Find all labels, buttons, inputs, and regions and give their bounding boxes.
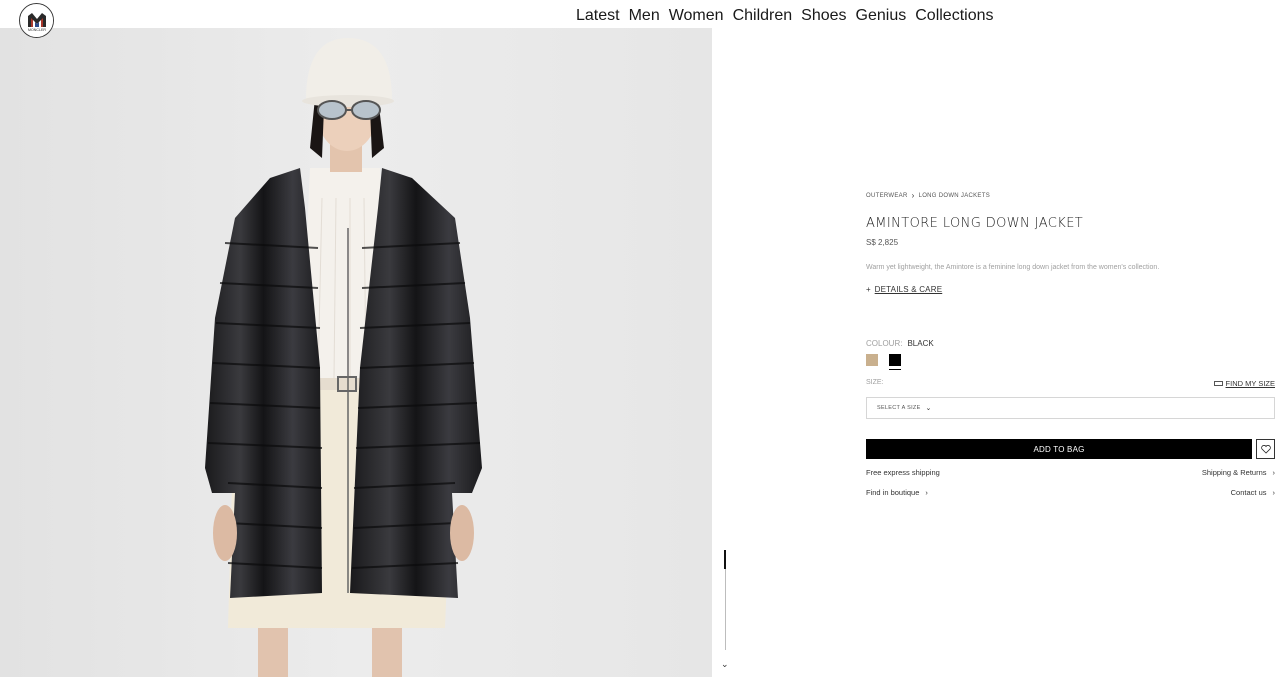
nav-collections[interactable]: Collections [915,7,993,25]
logo-emblem-icon: MONCLER [20,4,53,37]
shipping-returns-label: Shipping & Returns [1201,468,1267,477]
nav-shoes[interactable]: Shoes [801,7,846,25]
contact-us-link[interactable]: Contact us › [1231,488,1275,497]
shipping-returns-link[interactable]: Shipping & Returns › [1202,468,1275,477]
product-title: AMINTORE LONG DOWN JACKET [866,216,1084,231]
details-care-link[interactable]: DETAILS & CARE [875,285,943,294]
size-select[interactable]: SELECT A SIZE ⌄ [866,397,1275,419]
info-links-row-2: Find in boutique › Contact us › [866,488,1275,497]
nav-children[interactable]: Children [733,7,793,25]
colour-value: BLACK [907,339,934,348]
product-info: OUTERWEAR › LONG DOWN JACKETS AMINTORE L… [866,191,1275,497]
add-to-bag-button[interactable]: ADD TO BAG [866,439,1253,459]
colour-swatches [866,354,1275,370]
product-photo-illustration [0,28,712,677]
breadcrumb: OUTERWEAR › LONG DOWN JACKETS [866,191,1275,200]
product-price: S$ 2,825 [866,238,899,247]
details-care-toggle[interactable]: + DETAILS & CARE [866,285,1275,294]
free-shipping-text: Free express shipping [866,468,940,477]
nav-women[interactable]: Women [669,7,724,25]
product-image[interactable] [0,28,712,677]
find-in-boutique-link[interactable]: Find in boutique › [866,488,928,497]
size-select-placeholder: SELECT A SIZE [877,405,921,411]
nav-men[interactable]: Men [629,7,660,25]
size-row: SIZE: FIND MY SIZE [866,379,1275,388]
nav-latest[interactable]: Latest [576,7,620,25]
site-header: MONCLER Latest Men Women Children Shoes … [0,0,1280,38]
chevron-right-icon: › [1272,488,1276,497]
chevron-right-icon: › [1272,468,1276,477]
info-links-row-1: Free express shipping Shipping & Returns… [866,468,1275,477]
scroll-down-icon[interactable]: ⌄ [721,660,729,669]
contact-us-label: Contact us [1230,488,1267,497]
chevron-down-icon: ⌄ [925,405,932,412]
plus-icon: + [866,285,871,294]
product-description: Warm yet lightweight, the Amintore is a … [866,264,1160,271]
find-my-size-text: FIND MY SIZE [1225,379,1275,388]
find-my-size-link[interactable]: FIND MY SIZE [1213,379,1275,388]
moncler-logo[interactable]: MONCLER [19,3,54,38]
cart-row: ADD TO BAG [866,439,1275,459]
swatch-black[interactable] [889,354,901,370]
wishlist-button[interactable] [1256,439,1275,459]
breadcrumb-long-down-jackets[interactable]: LONG DOWN JACKETS [919,193,990,199]
ruler-icon [1213,381,1223,386]
size-label: SIZE: [866,379,884,386]
breadcrumb-separator-icon: › [911,191,915,200]
breadcrumb-outerwear[interactable]: OUTERWEAR [866,193,908,199]
colour-label: COLOUR: [866,339,903,348]
chevron-right-icon: › [925,488,928,497]
colour-row: COLOUR: BLACK [866,339,1275,348]
main-nav: Latest Men Women Children Shoes Genius C… [576,7,994,25]
swatch-beige[interactable] [866,354,878,366]
find-in-boutique-label: Find in boutique [866,488,920,497]
nav-genius[interactable]: Genius [856,7,907,25]
heart-icon [1260,444,1271,454]
image-scroll-thumb[interactable] [724,550,726,569]
svg-text:MONCLER: MONCLER [28,28,46,32]
